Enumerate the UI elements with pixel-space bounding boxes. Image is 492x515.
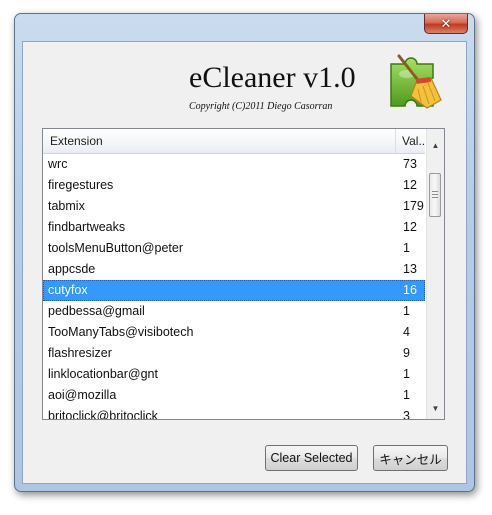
table-row[interactable]: appcsde 13 <box>43 259 425 280</box>
app-title: eCleaner v1.0 <box>189 61 356 94</box>
title-bar[interactable]: ✕ <box>15 14 474 40</box>
row-value: 73 <box>403 157 417 171</box>
column-header-extension[interactable]: Extension <box>43 129 396 153</box>
vertical-scrollbar[interactable]: ▲ ▼ <box>426 129 444 419</box>
row-value: 12 <box>403 178 417 192</box>
scroll-down-arrow-icon[interactable]: ▼ <box>427 400 444 417</box>
table-row[interactable]: aoi@mozilla 1 <box>43 385 425 406</box>
row-extension-name: appcsde <box>48 262 96 276</box>
row-extension-name: britoclick@britoclick <box>48 409 158 420</box>
listview-rows: wrc 73 firegestures 12 tabmix 179 findba… <box>43 154 425 420</box>
table-row[interactable]: pedbessa@gmail 1 <box>43 301 425 322</box>
table-row[interactable]: firegestures 12 <box>43 175 425 196</box>
row-extension-name: aoi@mozilla <box>48 388 117 402</box>
row-extension-name: toolsMenuButton@peter <box>48 241 183 255</box>
extensions-listview[interactable]: Extension Val... wrc 73 firegestures 12 … <box>42 128 445 420</box>
row-extension-name: TooManyTabs@visibotech <box>48 325 194 339</box>
row-extension-name: findbartweaks <box>48 220 126 234</box>
table-row[interactable]: toolsMenuButton@peter 1 <box>43 238 425 259</box>
row-value: 13 <box>403 262 417 276</box>
row-extension-name: firegestures <box>48 178 114 192</box>
row-value: 3 <box>403 409 410 420</box>
scrollbar-thumb[interactable] <box>429 173 441 217</box>
copyright-text: Copyright (C)2011 Diego Casorran <box>189 101 333 112</box>
listview-header: Extension Val... <box>43 129 428 154</box>
row-extension-name: linklocationbar@gnt <box>48 367 158 381</box>
table-row[interactable]: findbartweaks 12 <box>43 217 425 238</box>
row-value: 1 <box>403 388 410 402</box>
row-value: 1 <box>403 304 410 318</box>
row-value: 4 <box>403 325 410 339</box>
cancel-button[interactable]: キャンセル <box>373 445 448 471</box>
table-row[interactable]: TooManyTabs@visibotech 4 <box>43 322 425 343</box>
row-extension-name: tabmix <box>48 199 85 213</box>
row-extension-name: pedbessa@gmail <box>48 304 145 318</box>
row-extension-name: flashresizer <box>48 346 112 360</box>
row-value: 9 <box>403 346 410 360</box>
broom-puzzle-icon <box>390 54 442 109</box>
table-row[interactable]: tabmix 179 <box>43 196 425 217</box>
table-row[interactable]: flashresizer 9 <box>43 343 425 364</box>
window-close-button[interactable]: ✕ <box>424 14 468 34</box>
dialog-client-area: eCleaner v1.0 Copyright (C)2011 Diego Ca… <box>22 41 467 484</box>
row-value: 16 <box>403 283 417 297</box>
row-value: 12 <box>403 220 417 234</box>
table-row[interactable]: wrc 73 <box>43 154 425 175</box>
row-extension-name: cutyfox <box>48 283 88 297</box>
row-value: 1 <box>403 241 410 255</box>
close-icon: ✕ <box>440 15 452 31</box>
row-value: 1 <box>403 367 410 381</box>
column-header-value[interactable]: Val... <box>396 129 428 153</box>
row-value: 179 <box>403 199 424 213</box>
table-row[interactable]: linklocationbar@gnt 1 <box>43 364 425 385</box>
table-row-selected[interactable]: cutyfox 16 <box>43 280 425 301</box>
row-extension-name: wrc <box>48 157 68 171</box>
scroll-up-arrow-icon[interactable]: ▲ <box>427 137 444 154</box>
clear-selected-button[interactable]: Clear Selected <box>265 445 358 471</box>
table-row[interactable]: britoclick@britoclick 3 <box>43 406 425 420</box>
